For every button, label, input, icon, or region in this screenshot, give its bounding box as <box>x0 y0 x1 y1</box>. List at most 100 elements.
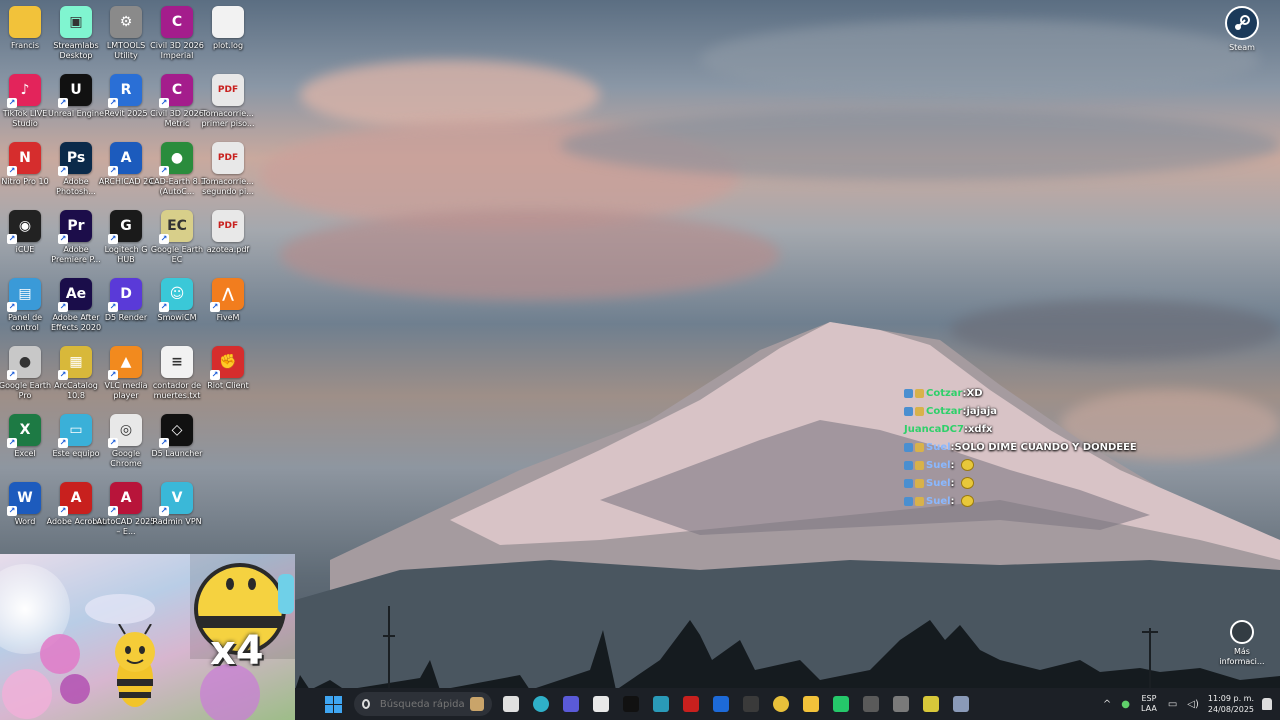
icon-glyph: G <box>120 218 132 234</box>
icon-glyph: R <box>120 82 132 98</box>
app-icon: ◉ ↗ <box>7 210 41 244</box>
app-icon: A ↗ <box>58 482 92 516</box>
language-indicator[interactable]: ESP LAA <box>1141 694 1157 714</box>
taskbar-app-store[interactable] <box>587 690 615 718</box>
icon-glyph: W <box>17 490 33 506</box>
icon-glyph: ● <box>170 150 184 166</box>
badge-icon <box>904 496 913 506</box>
info-icon <box>1230 620 1254 644</box>
shortcut-arrow-icon: ↗ <box>159 302 169 312</box>
volume-icon[interactable]: ◁) <box>1187 699 1199 710</box>
app-icon: A ↗ <box>108 482 142 516</box>
taskbar-app-settings[interactable] <box>947 690 975 718</box>
app-icon: G ↗ <box>108 210 142 244</box>
chat-username: JuancaDC7 <box>904 423 964 435</box>
desktop-icon-label: D5 Launcher <box>151 449 203 458</box>
chat-message: JuancaDC7: xdfx <box>904 420 1164 438</box>
chat-message: Cotzar: jajaja <box>904 402 1164 420</box>
desktop-icon[interactable]: plot.log <box>198 6 258 72</box>
taskbar-app-acrobat[interactable] <box>677 690 705 718</box>
taskbar-app-file-explorer[interactable] <box>797 690 825 718</box>
chat-message: Cotzar: XD <box>904 384 1164 402</box>
shortcut-arrow-icon: ↗ <box>58 438 68 448</box>
shortcut-arrow-icon: ↗ <box>58 506 68 516</box>
chat-text: XD <box>966 387 983 399</box>
desktop-icon[interactable]: ◇ ↗ D5 Launcher <box>147 414 207 480</box>
chat-username: Suel <box>926 495 951 507</box>
shortcut-arrow-icon: ↗ <box>58 370 68 380</box>
search-input[interactable] <box>377 697 468 711</box>
more-info-button[interactable]: Más informaci... <box>1218 620 1266 667</box>
edge-icon <box>533 696 549 712</box>
taskbar-app-app-folder[interactable] <box>647 690 675 718</box>
icon-glyph: PDF <box>217 153 239 163</box>
desktop-icon-label: Radmin VPN <box>152 517 202 526</box>
desktop-icon-steam[interactable]: Steam <box>1222 6 1262 52</box>
search-box[interactable] <box>354 692 492 716</box>
app-icon: Ps ↗ <box>58 142 92 176</box>
app-icon: ♪ ↗ <box>7 74 41 108</box>
network-icon[interactable]: ▭ <box>1168 699 1177 710</box>
app-dark-icon <box>863 696 879 712</box>
desktop-icon[interactable]: ✊ ↗ Riot Client <box>198 346 258 412</box>
search-icon <box>362 699 370 709</box>
icon-glyph: EC <box>167 218 187 234</box>
desktop-icon[interactable]: ⋀ ↗ FiveM <box>198 278 258 344</box>
taskbar-app-app-yellow[interactable] <box>917 690 945 718</box>
badge-icon <box>915 442 924 452</box>
desktop-icon[interactable]: PDF azotea.pdf <box>198 210 258 276</box>
app-icon: W ↗ <box>7 482 41 516</box>
emote-icon <box>960 477 974 489</box>
icon-glyph: C <box>171 14 183 30</box>
chat-message: Suel: SOLO DIME CUANDO Y DONDEEE <box>904 438 1164 456</box>
taskbar: ^ ● ESP LAA ▭ ◁) 11:09 p. m. 24/08/2025 <box>295 688 1280 720</box>
snipping-icon <box>743 696 759 712</box>
app-icon: C ↗ <box>159 74 193 108</box>
taskbar-app-app-dark[interactable] <box>857 690 885 718</box>
app-icon: ◎ ↗ <box>108 414 142 448</box>
icon-glyph: ● <box>18 354 32 370</box>
shortcut-arrow-icon: ↗ <box>7 302 17 312</box>
icon-glyph: X <box>19 422 31 438</box>
icon-glyph: U <box>70 82 82 98</box>
desktop-icon[interactable]: V ↗ Radmin VPN <box>147 482 207 548</box>
icon-glyph: Ae <box>65 286 87 302</box>
outlook-icon <box>713 696 729 712</box>
desktop-icon[interactable]: PDF Tomacorrie... segundo pi... <box>198 142 258 208</box>
desktop-icon[interactable]: PDF Tomacorrie... primer piso... <box>198 74 258 140</box>
app-icon: Pr ↗ <box>58 210 92 244</box>
icon-glyph: ◇ <box>171 422 183 438</box>
shortcut-arrow-icon: ↗ <box>159 98 169 108</box>
start-button[interactable] <box>319 690 347 718</box>
icon-glyph: V <box>171 490 183 506</box>
taskbar-app-whatsapp[interactable] <box>827 690 855 718</box>
app-icon: ⋀ ↗ <box>210 278 244 312</box>
taskbar-app-edge[interactable] <box>527 690 555 718</box>
taskbar-app-tiktok[interactable] <box>617 690 645 718</box>
chevron-up-icon[interactable]: ^ <box>1103 699 1111 710</box>
icon-glyph: Ps <box>66 150 86 166</box>
taskbar-app-snipping[interactable] <box>737 690 765 718</box>
taskbar-app-outlook[interactable] <box>707 690 735 718</box>
chat-separator: : <box>950 477 955 489</box>
taskbar-app-task-view[interactable] <box>497 690 525 718</box>
taskbar-app-teams[interactable] <box>557 690 585 718</box>
shortcut-arrow-icon: ↗ <box>58 98 68 108</box>
icon-glyph: Pr <box>67 218 85 234</box>
multiplier-text: x4 <box>210 628 264 674</box>
badge-icon <box>915 478 924 488</box>
taskbar-apps <box>496 690 976 718</box>
desktop-icon-label: plot.log <box>212 41 244 50</box>
store-icon <box>593 696 609 712</box>
notification-bell-icon[interactable] <box>1262 698 1272 710</box>
more-info-label: Más informaci... <box>1219 647 1265 666</box>
microphone-icon[interactable]: ● <box>1121 699 1130 710</box>
icon-glyph: ▲ <box>120 354 132 370</box>
clock[interactable]: 11:09 p. m. 24/08/2025 <box>1208 693 1254 715</box>
icon-glyph: ⚙ <box>119 14 133 30</box>
taskbar-app-app-circle[interactable] <box>887 690 915 718</box>
shortcut-arrow-icon: ↗ <box>108 506 118 516</box>
app-icon: N ↗ <box>7 142 41 176</box>
taskbar-app-chrome[interactable] <box>767 690 795 718</box>
chat-separator: : <box>950 459 955 471</box>
